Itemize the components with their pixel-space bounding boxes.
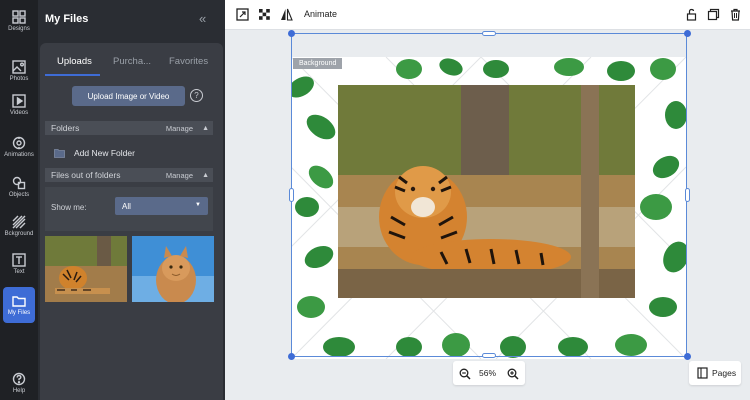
icon-rail: Designs Photos Videos Animations Objects… (0, 0, 38, 400)
rail-label: Help (12, 388, 26, 394)
upload-help-icon[interactable]: ? (190, 89, 203, 102)
transparency-icon[interactable] (258, 8, 271, 21)
rail-item-photos[interactable]: Photos (0, 52, 38, 90)
rail-label: Animations (4, 152, 34, 158)
panel-body: Uploads Purcha... Favorites Upload Image… (40, 43, 223, 400)
pages-button[interactable]: Pages (689, 361, 741, 385)
rail-label: Bckground (4, 231, 34, 237)
add-new-folder-label: Add New Folder (74, 148, 135, 158)
video-icon (12, 94, 26, 108)
zoom-out-icon[interactable] (459, 367, 471, 380)
resize-handle[interactable] (288, 353, 295, 360)
rail-label: Objects (8, 192, 30, 198)
resize-handle[interactable] (684, 30, 691, 37)
flip-icon[interactable] (280, 8, 293, 21)
folder-icon (12, 296, 26, 307)
files-section-title: Files out of folders (51, 170, 121, 180)
files-manage-link[interactable]: Manage (166, 171, 193, 180)
active-tab-indicator (45, 74, 100, 76)
pages-icon (697, 367, 708, 379)
folders-section-title: Folders (51, 123, 80, 133)
resize-handle[interactable] (685, 188, 690, 202)
files-section-header: Files out of folders Manage ▲ (45, 168, 213, 182)
resize-handle[interactable] (288, 30, 295, 37)
rail-label: Videos (9, 110, 29, 116)
chevron-up-icon[interactable]: ▲ (202, 172, 209, 179)
rail-item-my-files[interactable]: My Files (3, 287, 35, 323)
folders-section-header: Folders Manage ▲ (45, 121, 213, 135)
rail-label: Photos (9, 76, 29, 82)
rail-label: My Files (7, 310, 31, 316)
folders-manage-link[interactable]: Manage (166, 124, 193, 133)
resize-icon[interactable] (236, 8, 249, 21)
resize-handle[interactable] (684, 353, 691, 360)
pages-label: Pages (712, 368, 737, 378)
rail-item-designs[interactable]: Designs (0, 2, 38, 40)
rail-item-objects[interactable]: Objects (0, 168, 38, 206)
resize-handle[interactable] (482, 353, 496, 358)
rail-item-background[interactable]: Bckground (0, 207, 38, 245)
duplicate-icon[interactable] (707, 8, 720, 21)
help-icon (12, 372, 26, 386)
chevron-up-icon[interactable]: ▲ (202, 125, 209, 132)
filter-area: Show me: All ▼ (45, 187, 213, 231)
background-badge: Background (293, 58, 343, 69)
show-me-select[interactable]: All ▼ (115, 197, 208, 215)
rail-item-videos[interactable]: Videos (0, 86, 38, 124)
collapse-panel-icon[interactable]: « (199, 12, 213, 26)
trash-icon[interactable] (729, 8, 742, 21)
animation-icon (12, 136, 26, 150)
zoom-value: 56% (479, 368, 497, 378)
rail-label: Designs (8, 26, 30, 32)
files-panel: My Files « Uploads Purcha... Favorites U… (38, 0, 225, 400)
new-folder-icon (54, 149, 65, 158)
selection-box[interactable] (291, 33, 687, 357)
caret-down-icon: ▼ (195, 202, 201, 208)
shapes-icon (12, 176, 26, 190)
canvas-workspace: Background 56% Pages (225, 30, 750, 400)
panel-header: My Files « (38, 0, 225, 40)
text-icon (12, 253, 26, 267)
unlock-icon[interactable] (685, 8, 698, 21)
rail-item-help[interactable]: Help (0, 364, 38, 400)
add-new-folder-button[interactable]: Add New Folder (54, 146, 135, 160)
image-icon (12, 60, 26, 74)
top-toolbar: Animate (225, 0, 750, 30)
cat-thumbnail-image (132, 236, 214, 302)
show-me-label: Show me: (51, 203, 87, 212)
file-thumbnail-cat[interactable] (132, 236, 214, 302)
rail-item-animations[interactable]: Animations (0, 128, 38, 166)
panel-title: My Files (45, 13, 89, 25)
grid-icon (12, 10, 26, 24)
resize-handle[interactable] (482, 31, 496, 36)
tab-favorites[interactable]: Favorites (169, 56, 208, 67)
stripes-icon (12, 215, 26, 229)
resize-handle[interactable] (289, 188, 294, 202)
zoom-control: 56% (453, 361, 525, 385)
show-me-value: All (122, 202, 131, 211)
tab-purchased[interactable]: Purcha... (113, 56, 151, 67)
animate-button[interactable]: Animate (304, 9, 337, 19)
rail-label: Text (13, 269, 25, 275)
tab-uploads[interactable]: Uploads (57, 56, 92, 67)
rail-item-text[interactable]: Text (0, 245, 38, 283)
upload-button[interactable]: Upload Image or Video (72, 86, 185, 106)
panel-tabs: Uploads Purcha... Favorites (40, 43, 223, 78)
tiger-thumbnail-image (45, 236, 127, 302)
zoom-in-icon[interactable] (507, 367, 519, 380)
file-thumbnail-tiger[interactable] (45, 236, 127, 302)
